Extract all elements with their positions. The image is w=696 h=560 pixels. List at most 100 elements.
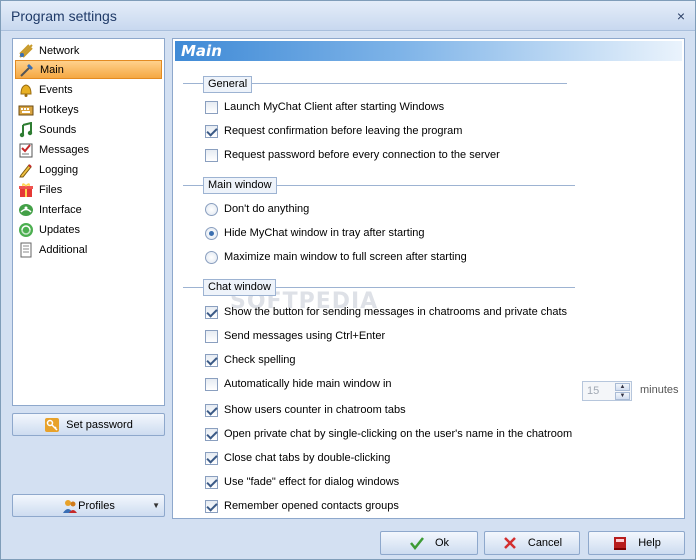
nav-item-main[interactable]: Main <box>15 60 162 79</box>
option-label: Request confirmation before leaving the … <box>224 125 463 137</box>
cancel-icon <box>502 535 518 551</box>
cancel-label: Cancel <box>527 537 563 549</box>
checkbox[interactable] <box>205 329 218 343</box>
option-label: Remember opened contacts groups <box>224 500 399 512</box>
option-confirm-exit[interactable]: Request confirmation before leaving the … <box>205 123 462 139</box>
title-bar: Program settings × <box>1 1 695 31</box>
nav-item-hotkeys[interactable]: Hotkeys <box>15 100 162 119</box>
stepper-value: 15 <box>587 385 600 397</box>
set-password-label: Set password <box>66 418 133 431</box>
autohide-minutes-stepper[interactable]: 15 ▲ ▼ <box>582 381 632 401</box>
option-show-send-button[interactable]: Show the button for sending messages in … <box>205 304 567 320</box>
spin-up-icon[interactable]: ▲ <box>615 383 630 391</box>
radio-button[interactable] <box>205 250 218 264</box>
checkbox[interactable] <box>205 377 218 391</box>
option-close-tabs-dblclick[interactable]: Close chat tabs by double-clicking <box>205 450 390 466</box>
radio-button[interactable] <box>205 226 218 240</box>
checkbox[interactable] <box>205 451 218 465</box>
main-icon <box>19 62 35 78</box>
option-label: Send messages using Ctrl+Enter <box>224 330 386 342</box>
nav-item-events[interactable]: Events <box>15 80 162 99</box>
checkbox[interactable] <box>205 124 218 138</box>
nav-item-label: Additional <box>39 243 88 256</box>
option-request-password[interactable]: Request password before every connection… <box>205 147 500 163</box>
nav-item-logging[interactable]: Logging <box>15 160 162 179</box>
updates-icon <box>18 222 34 238</box>
nav-item-label: Main <box>40 63 64 76</box>
profiles-icon <box>62 498 78 514</box>
checkmark-icon <box>409 535 425 551</box>
key-icon <box>44 417 60 433</box>
option-hide-in-tray[interactable]: Hide MyChat window in tray after startin… <box>205 225 425 241</box>
option-label: Automatically hide main window in <box>224 378 392 390</box>
nav-item-messages[interactable]: Messages <box>15 140 162 159</box>
logging-icon <box>18 162 34 178</box>
nav-item-interface[interactable]: Interface <box>15 200 162 219</box>
option-ctrl-enter[interactable]: Send messages using Ctrl+Enter <box>205 328 385 344</box>
program-settings-window: Program settings × Network Main Events H… <box>0 0 696 560</box>
checkbox[interactable] <box>205 305 218 319</box>
additional-icon <box>18 242 34 258</box>
close-button[interactable]: × <box>673 8 689 24</box>
help-button[interactable]: Help <box>588 531 685 555</box>
help-book-icon <box>612 535 628 551</box>
nav-item-network[interactable]: Network <box>15 41 162 60</box>
nav-item-label: Events <box>39 83 73 96</box>
option-launch-on-startup[interactable]: Launch MyChat Client after starting Wind… <box>205 99 444 115</box>
cancel-button[interactable]: Cancel <box>484 531 580 555</box>
ok-label: Ok <box>434 537 450 549</box>
option-do-nothing[interactable]: Don't do anything <box>205 201 309 217</box>
option-label: Show users counter in chatroom tabs <box>224 404 406 416</box>
dialog-body: Network Main Events Hotkeys Sounds Messa… <box>1 32 695 559</box>
option-fade-effect[interactable]: Use "fade" effect for dialog windows <box>205 474 399 490</box>
chevron-down-icon[interactable]: ▼ <box>152 501 160 510</box>
option-label: Don't do anything <box>224 203 310 215</box>
checkbox[interactable] <box>205 427 218 441</box>
nav-item-label: Interface <box>39 203 82 216</box>
option-users-counter[interactable]: Show users counter in chatroom tabs <box>205 402 406 418</box>
option-label: Close chat tabs by double-clicking <box>224 452 391 464</box>
group-label-chat-window: Chat window <box>203 279 276 296</box>
set-password-button[interactable]: Set password <box>12 413 165 436</box>
checkbox[interactable] <box>205 403 218 417</box>
spin-down-icon[interactable]: ▼ <box>615 392 630 400</box>
checkbox[interactable] <box>205 353 218 367</box>
messages-icon <box>18 142 34 158</box>
group-label-main-window: Main window <box>203 177 277 194</box>
nav-item-sounds[interactable]: Sounds <box>15 120 162 139</box>
help-label: Help <box>638 537 661 549</box>
option-single-click-private[interactable]: Open private chat by single-clicking on … <box>205 426 572 442</box>
radio-button[interactable] <box>205 202 218 216</box>
checkbox[interactable] <box>205 499 218 513</box>
option-remember-groups[interactable]: Remember opened contacts groups <box>205 498 399 514</box>
option-label: Launch MyChat Client after starting Wind… <box>224 101 445 113</box>
nav-item-label: Logging <box>39 163 79 176</box>
option-label: Check spelling <box>224 354 296 366</box>
option-label: Show the button for sending messages in … <box>224 306 568 318</box>
option-label: Use "fade" effect for dialog windows <box>224 476 400 488</box>
nav-item-files[interactable]: Files <box>15 180 162 199</box>
events-icon <box>18 82 34 98</box>
option-maximize[interactable]: Maximize main window to full screen afte… <box>205 249 467 265</box>
nav-item-additional[interactable]: Additional <box>15 240 162 259</box>
option-label: Open private chat by single-clicking on … <box>224 428 573 440</box>
option-check-spelling[interactable]: Check spelling <box>205 352 296 368</box>
profiles-button[interactable]: Profiles ▼ <box>12 494 165 517</box>
checkbox[interactable] <box>205 100 218 114</box>
option-label: Maximize main window to full screen afte… <box>224 251 467 263</box>
option-auto-hide[interactable]: Automatically hide main window in <box>205 376 392 392</box>
checkbox[interactable] <box>205 148 218 162</box>
network-icon <box>18 43 34 59</box>
nav-item-label: Messages <box>39 143 90 156</box>
group-label-general: General <box>203 76 253 93</box>
nav-item-label: Updates <box>39 223 80 236</box>
checkbox[interactable] <box>205 475 218 489</box>
ok-button[interactable]: Ok <box>380 531 478 555</box>
profiles-label: Profiles <box>78 499 115 512</box>
settings-panel: Main SOFTPEDIA General Launch MyChat Cli… <box>172 38 685 519</box>
files-icon <box>18 182 34 198</box>
option-label: Request password before every connection… <box>224 149 500 161</box>
nav-item-label: Hotkeys <box>39 103 79 116</box>
panel-title: Main <box>181 42 222 60</box>
nav-item-updates[interactable]: Updates <box>15 220 162 239</box>
